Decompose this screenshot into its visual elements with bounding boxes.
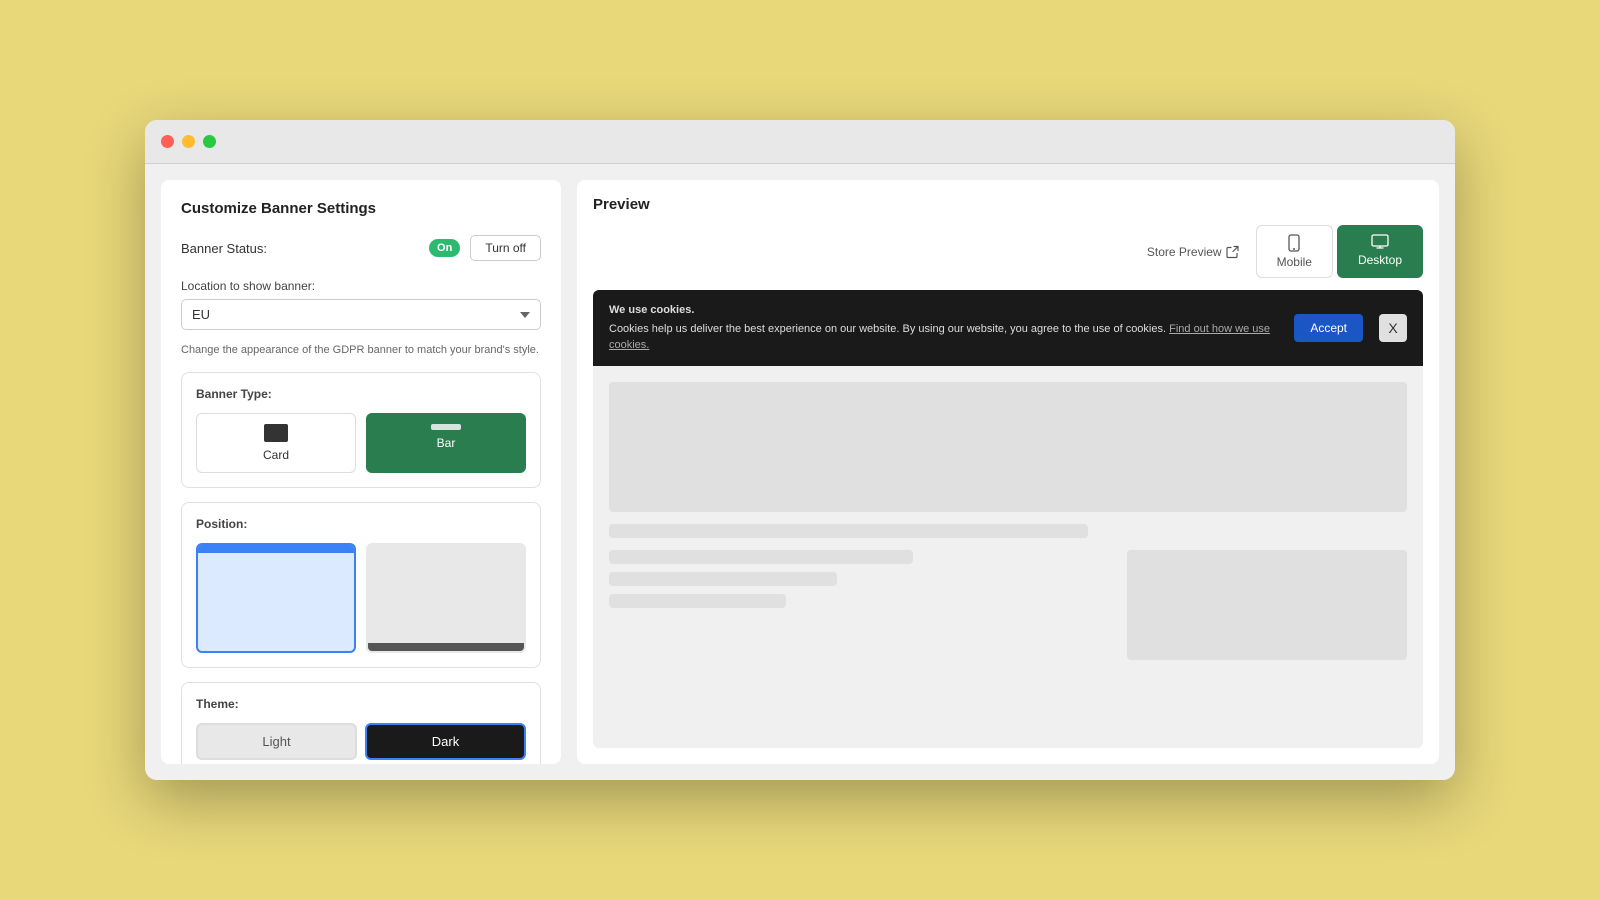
- turn-off-button[interactable]: Turn off: [470, 235, 541, 261]
- dark-theme-button[interactable]: Dark: [365, 723, 526, 760]
- location-select[interactable]: EU US Global Custom: [181, 299, 541, 330]
- card-label: Card: [263, 448, 289, 462]
- store-preview-link[interactable]: Store Preview: [1147, 245, 1240, 259]
- bar-label: Bar: [437, 436, 456, 450]
- store-preview-label: Store Preview: [1147, 245, 1222, 259]
- desktop-label: Desktop: [1358, 253, 1402, 267]
- mobile-label: Mobile: [1277, 255, 1312, 269]
- titlebar: [145, 120, 1455, 164]
- skeleton-col-right: [1127, 550, 1407, 660]
- card-icon: [264, 424, 288, 442]
- position-label: Position:: [196, 517, 526, 531]
- close-button[interactable]: [161, 135, 174, 148]
- cookie-body: Cookies help us deliver the best experie…: [609, 323, 1166, 335]
- minimize-button[interactable]: [182, 135, 195, 148]
- skeleton-hero: [609, 382, 1407, 512]
- skeleton-line-2: [609, 550, 913, 564]
- bottom-bar-indicator: [368, 643, 524, 651]
- panel-title: Customize Banner Settings: [181, 200, 541, 217]
- cookie-text: We use cookies. Cookies help us deliver …: [609, 302, 1278, 354]
- skeleton-col-left: [609, 550, 1115, 660]
- accept-button[interactable]: Accept: [1294, 314, 1363, 342]
- banner-status-label: Banner Status:: [181, 241, 267, 256]
- mobile-button[interactable]: Mobile: [1256, 225, 1333, 278]
- theme-row: Light Dark: [196, 723, 526, 760]
- position-top-option[interactable]: [196, 543, 356, 653]
- theme-section: Theme: Light Dark: [181, 682, 541, 764]
- card-type-button[interactable]: Card: [196, 413, 356, 473]
- status-row-right: On Turn off: [429, 235, 541, 261]
- bar-type-button[interactable]: Bar: [366, 413, 526, 473]
- external-link-icon: [1226, 245, 1240, 259]
- position-row: [196, 543, 526, 653]
- left-panel: Customize Banner Settings Banner Status:…: [161, 180, 561, 764]
- skeleton-line-4: [609, 594, 786, 608]
- app-window: Customize Banner Settings Banner Status:…: [145, 120, 1455, 780]
- main-content: Customize Banner Settings Banner Status:…: [145, 164, 1455, 780]
- banner-type-row: Card Bar: [196, 413, 526, 473]
- position-section: Position:: [181, 502, 541, 668]
- banner-status-row: Banner Status: On Turn off: [181, 235, 541, 261]
- banner-type-section: Banner Type: Card Bar: [181, 372, 541, 488]
- cookie-banner: We use cookies. Cookies help us deliver …: [593, 290, 1423, 366]
- status-badge: On: [429, 239, 460, 257]
- desktop-button[interactable]: Desktop: [1337, 225, 1423, 278]
- traffic-lights: [161, 135, 216, 148]
- device-buttons: Mobile Desktop: [1256, 225, 1423, 278]
- bar-icon: [431, 424, 461, 430]
- preview-area: We use cookies. Cookies help us deliver …: [593, 290, 1423, 748]
- preview-title: Preview: [593, 196, 1423, 213]
- mobile-icon: [1286, 234, 1302, 252]
- location-label: Location to show banner:: [181, 279, 541, 293]
- banner-type-label: Banner Type:: [196, 387, 526, 401]
- desktop-icon: [1371, 234, 1389, 250]
- preview-body: [593, 366, 1423, 676]
- top-bar-indicator: [198, 545, 354, 553]
- skeleton-row: [609, 550, 1407, 660]
- maximize-button[interactable]: [203, 135, 216, 148]
- close-cookie-button[interactable]: X: [1379, 314, 1407, 342]
- right-panel: Preview Store Preview: [577, 180, 1439, 764]
- light-theme-button[interactable]: Light: [196, 723, 357, 760]
- cookie-title: We use cookies.: [609, 302, 1278, 319]
- skeleton-line-1: [609, 524, 1088, 538]
- theme-label: Theme:: [196, 697, 526, 711]
- skeleton-line-3: [609, 572, 837, 586]
- preview-controls: Store Preview Mobile: [593, 225, 1423, 278]
- position-bottom-option[interactable]: [366, 543, 526, 653]
- hint-text: Change the appearance of the GDPR banner…: [181, 344, 541, 356]
